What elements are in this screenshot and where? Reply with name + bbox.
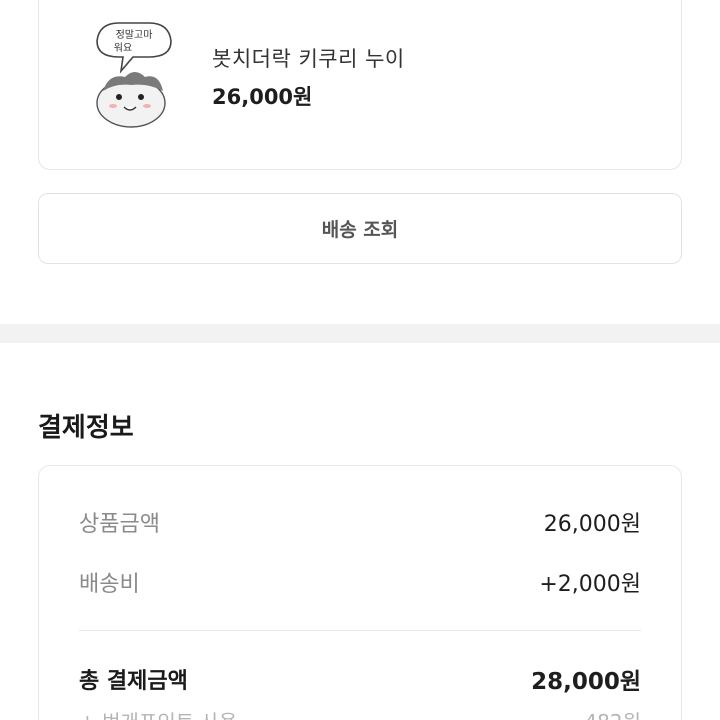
svg-text:정말고마: 정말고마 (116, 29, 153, 41)
product-price: 26,000원 (212, 85, 313, 109)
payment-info-title: 결제정보 (38, 413, 134, 443)
total-payment-label: 총 결제금액 (79, 669, 188, 694)
points-used-label: + 번개포인트 사용 (79, 706, 237, 720)
payment-card: 상품금액 26,000원 배송비 +2,000원 총 결제금액 28,000원 … (38, 465, 682, 720)
section-divider (0, 324, 720, 343)
product-amount-value: 26,000원 (543, 512, 641, 537)
total-payment-row: 총 결제금액 28,000원 (79, 662, 641, 696)
product-card[interactable]: 정말고마 워요 봇치더락 키쿠리 누이 26,000원 (38, 0, 682, 170)
svg-text:워요: 워요 (114, 41, 132, 54)
payment-divider (79, 630, 641, 631)
shipping-fee-row: 배송비 +2,000원 (79, 566, 641, 598)
track-delivery-button[interactable]: 배송 조회 (38, 193, 682, 264)
product-thumbnail: 정말고마 워요 (96, 22, 172, 128)
points-used-value: -482원 (577, 706, 641, 720)
shipping-fee-value: +2,000원 (539, 572, 641, 597)
product-amount-row: 상품금액 26,000원 (79, 506, 641, 538)
product-name[interactable]: 봇치더락 키쿠리 누이 (212, 43, 405, 73)
total-payment-value: 28,000원 (531, 669, 641, 695)
shipping-fee-label: 배송비 (79, 572, 140, 597)
points-used-row: + 번개포인트 사용 -482원 (79, 706, 641, 720)
product-amount-label: 상품금액 (79, 512, 160, 537)
